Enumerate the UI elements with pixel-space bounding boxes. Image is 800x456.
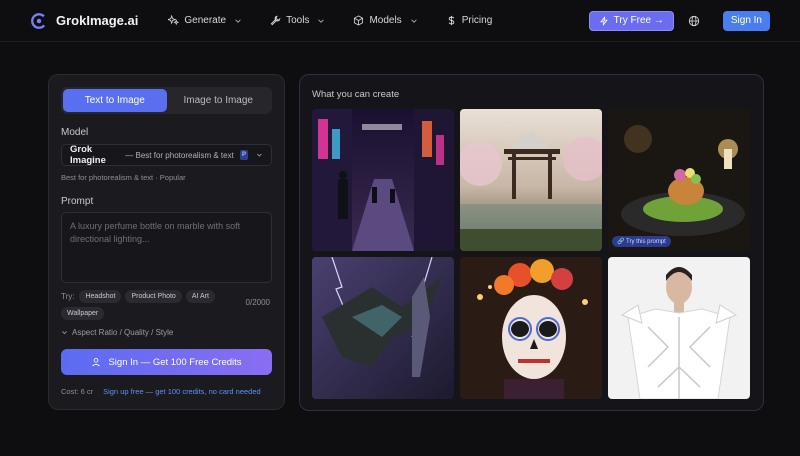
- sign-in-cta-button[interactable]: Sign In — Get 100 Free Credits: [61, 349, 272, 375]
- language-button[interactable]: [688, 14, 701, 27]
- dollar-icon: [448, 15, 454, 26]
- gallery-title: What you can create: [312, 89, 400, 100]
- nav-models-label: Models: [369, 15, 402, 26]
- try-free-button[interactable]: Try Free →: [588, 10, 674, 31]
- gallery-image-white-fashion[interactable]: [608, 257, 750, 399]
- prompt-input[interactable]: A luxury perfume bottle on marble with s…: [61, 212, 272, 283]
- chevron-down-icon: [235, 18, 241, 23]
- advanced-options-toggle[interactable]: Aspect Ratio / Quality / Style: [61, 328, 272, 337]
- sparkles-icon: [168, 15, 180, 26]
- try-prompt-badge[interactable]: 🔗 Try this prompt: [612, 236, 671, 247]
- chip-ai-art[interactable]: AI Art: [185, 290, 215, 303]
- bolt-icon: [599, 16, 608, 25]
- model-badge: P: [239, 150, 249, 160]
- tab-image-to-image[interactable]: Image to Image: [167, 89, 271, 112]
- gallery-image-torii-gate[interactable]: [460, 109, 602, 251]
- cost-row: Cost: 6 cr Sign up free — get 100 credit…: [61, 387, 272, 396]
- gallery-image-sugar-skull-portrait[interactable]: [460, 257, 602, 399]
- brand-name: GrokImage.ai: [56, 13, 139, 28]
- gallery-grid: 🔗 Try this prompt: [312, 109, 751, 399]
- model-description: — Best for photorealism & text: [125, 150, 234, 160]
- nav-pricing-label: Pricing: [461, 15, 493, 26]
- nav-models[interactable]: Models: [353, 15, 417, 26]
- gallery-image-neon-street[interactable]: [312, 109, 454, 251]
- chip-product-photo[interactable]: Product Photo: [125, 290, 182, 303]
- gallery-panel: What you can create 🔗 Try this prompt: [299, 74, 764, 411]
- chevron-down-icon: [318, 18, 325, 23]
- chip-headshot[interactable]: Headshot: [79, 290, 122, 303]
- gallery-image-gourmet-dish[interactable]: 🔗 Try this prompt: [608, 109, 750, 251]
- prompt-label: Prompt: [61, 196, 94, 207]
- generator-panel: Text to Image Image to Image Model Grok …: [48, 74, 285, 410]
- try-label: Try:: [61, 292, 75, 301]
- gallery-image-storm-dragon[interactable]: [312, 257, 454, 399]
- chevron-down-icon: [410, 18, 417, 23]
- advanced-options-label: Aspect Ratio / Quality / Style: [72, 328, 174, 337]
- brand-logo-icon: [31, 12, 47, 29]
- wrench-icon: [270, 15, 281, 26]
- signup-link[interactable]: Sign up free — get 100 credits, no card …: [103, 387, 261, 396]
- globe-icon: [688, 15, 700, 26]
- sign-in-button[interactable]: Sign In: [722, 10, 770, 31]
- user-icon: [92, 358, 101, 367]
- tab-text-to-image[interactable]: Text to Image: [63, 89, 167, 112]
- cost-label: Cost: 6 cr: [61, 387, 94, 396]
- nav-tools[interactable]: Tools: [270, 15, 325, 26]
- chevron-down-icon: [257, 153, 262, 157]
- nav-tools-label: Tools: [286, 15, 310, 26]
- chip-wallpaper[interactable]: Wallpaper: [61, 307, 105, 320]
- model-select[interactable]: Grok Imagine — Best for photorealism & t…: [61, 144, 272, 166]
- nav-pricing[interactable]: Pricing: [446, 15, 493, 26]
- cube-icon: [354, 15, 364, 26]
- chevron-down-icon: [62, 331, 67, 335]
- model-name: Grok Imagine: [70, 144, 106, 166]
- top-nav: GrokImage.ai Generate Tools Models Prici…: [0, 0, 800, 42]
- brand[interactable]: GrokImage.ai: [30, 12, 138, 30]
- try-suggestions: Try: Headshot Product Photo AI Art Wallp…: [61, 290, 241, 320]
- try-free-label: Try Free →: [613, 15, 664, 26]
- nav-generate[interactable]: Generate: [168, 15, 242, 26]
- nav-generate-label: Generate: [184, 15, 227, 26]
- model-label: Model: [61, 127, 89, 138]
- char-counter: 0/2000: [245, 298, 270, 307]
- cta-label: Sign In — Get 100 Free Credits: [108, 356, 242, 368]
- model-hint: Best for photorealism & text · Popular: [61, 173, 186, 182]
- mode-tabs: Text to Image Image to Image: [61, 87, 272, 114]
